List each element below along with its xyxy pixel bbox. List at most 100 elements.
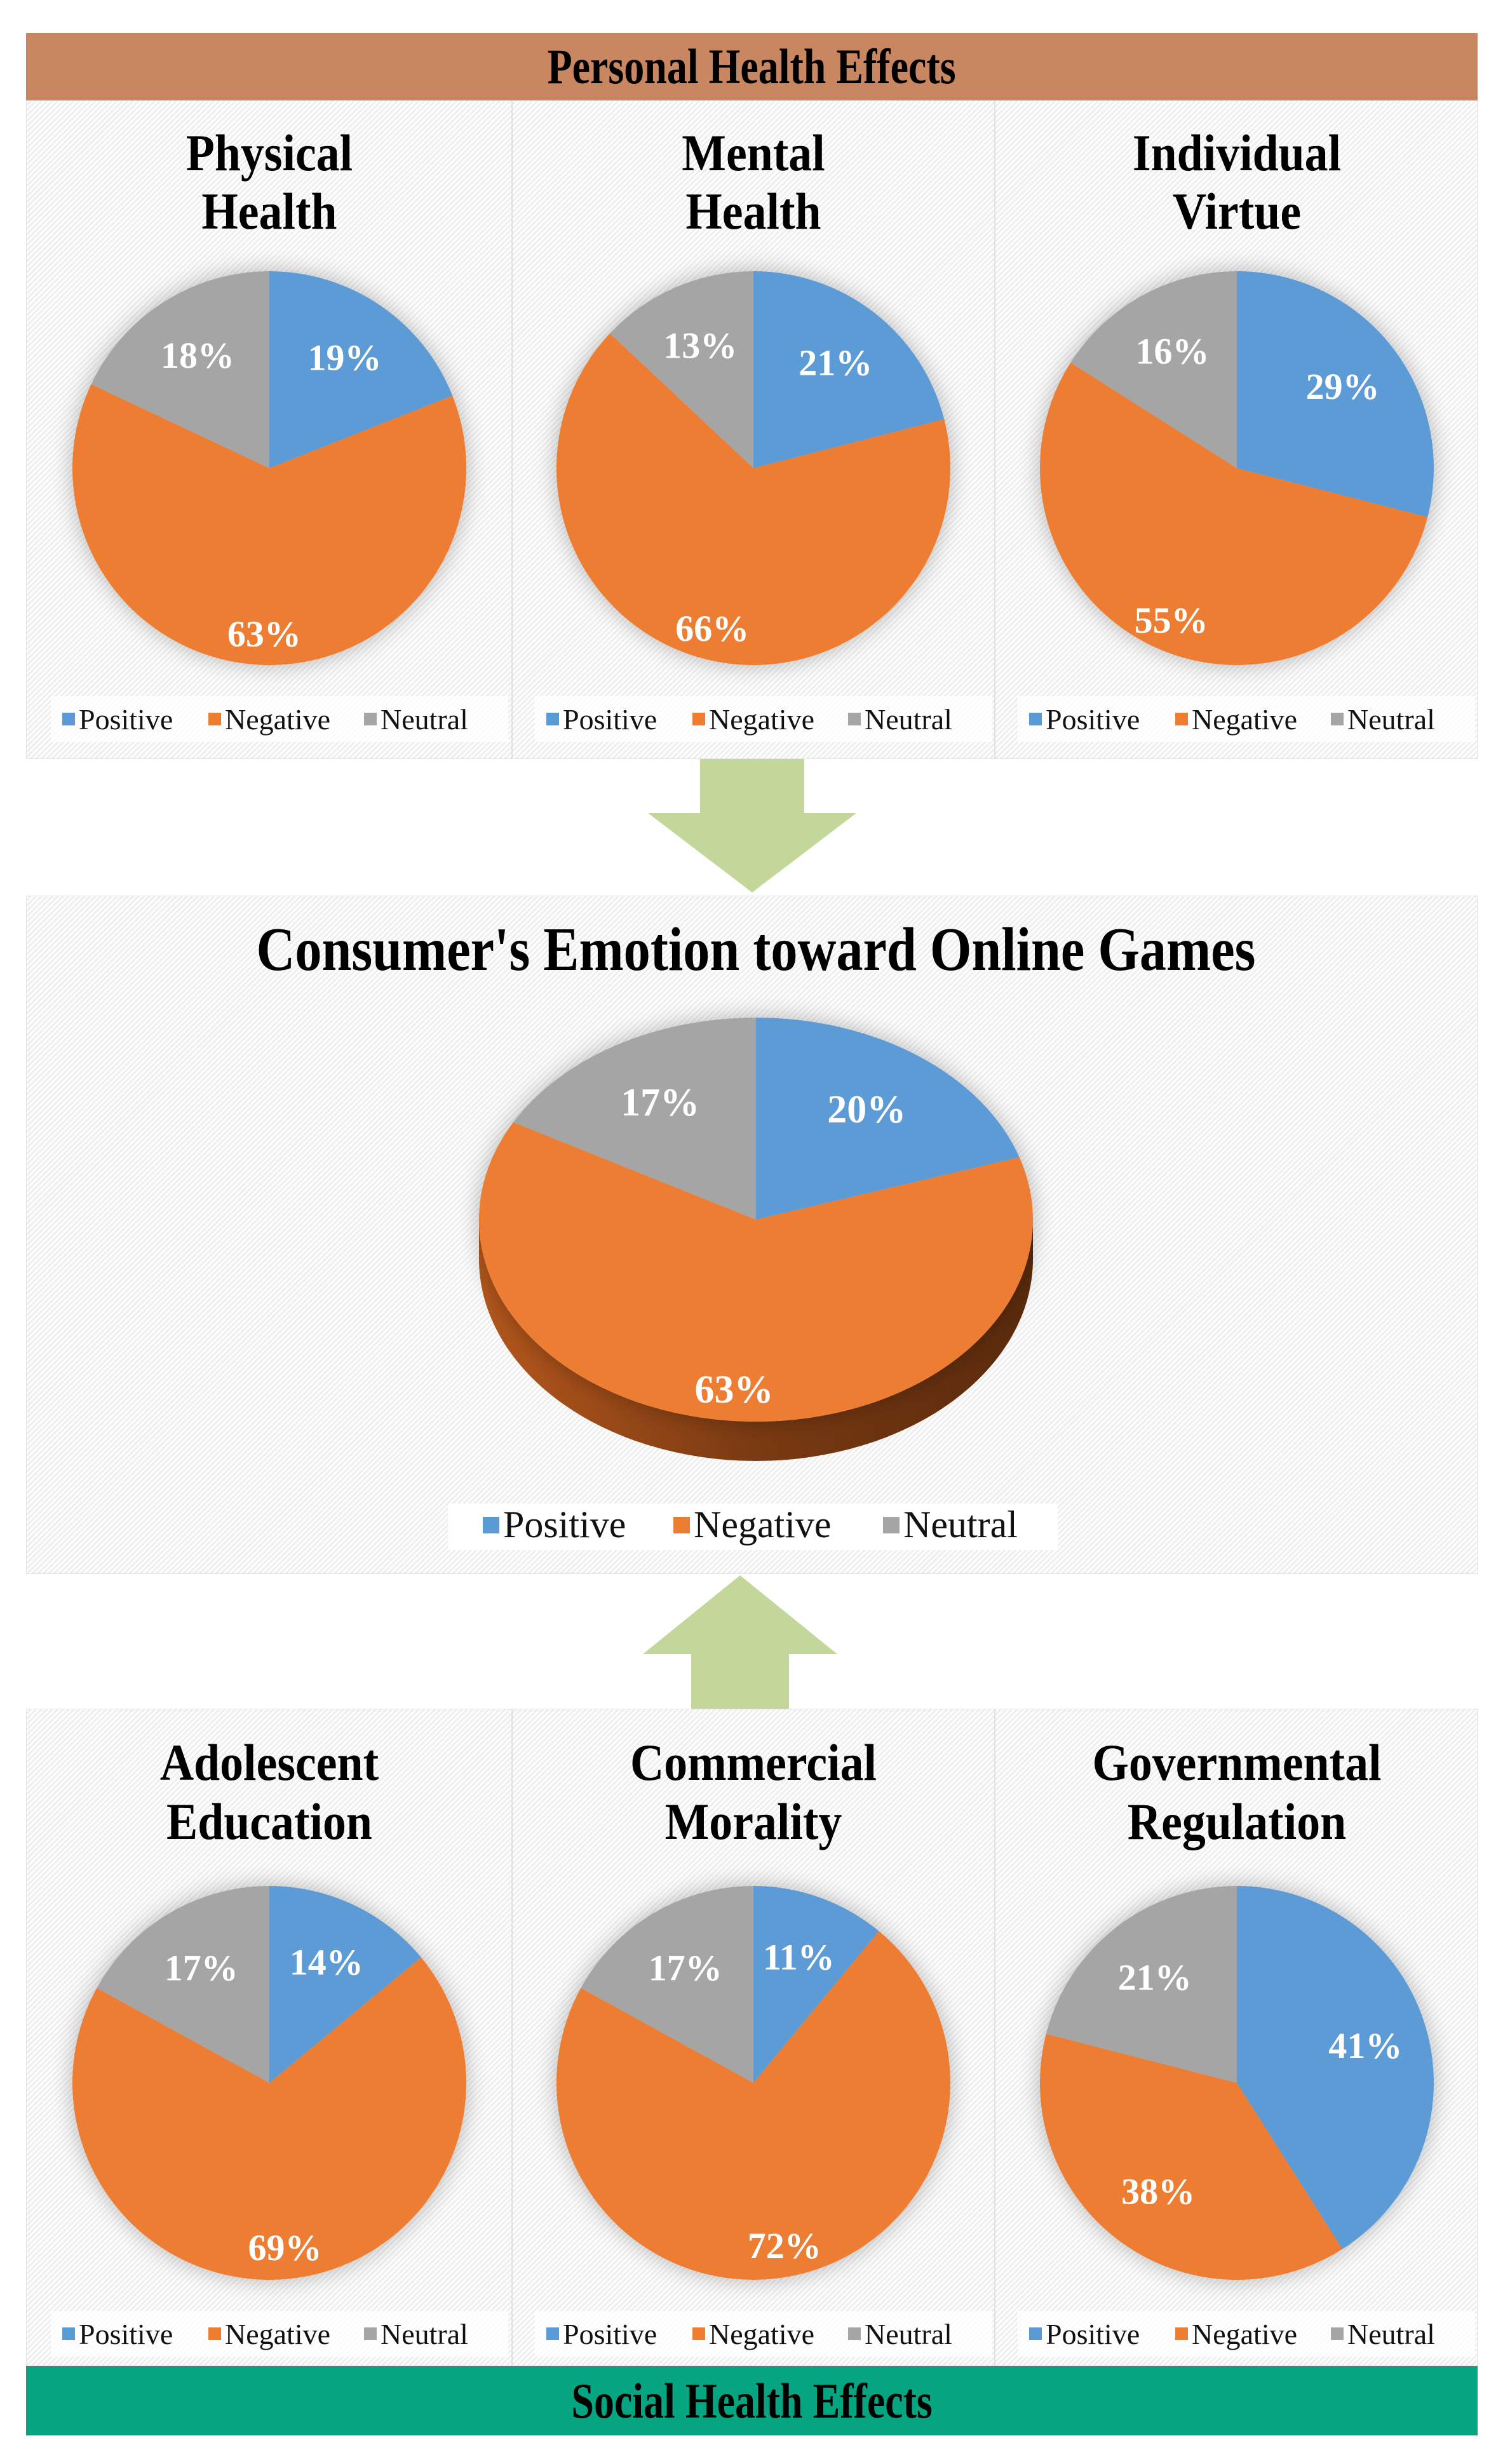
legend-label: Negative [709, 2318, 814, 2350]
pie-chart-consumer-emotion: Consumer's Emotion toward Online Games 20… [257, 915, 1256, 1550]
legend-swatch [673, 1517, 690, 1533]
legend-swatch [1175, 2327, 1188, 2340]
data-label-negative: 55% [1135, 600, 1208, 641]
legend-item-negative: Negative [673, 1504, 832, 1545]
pie-chart-mental-health: MentalHealth 21% 66% 13% Positive Negative Neu… [535, 123, 992, 742]
legend-item-negative: Negative [208, 703, 330, 736]
legend-label: Negative [225, 703, 330, 736]
pie-slices [556, 1886, 950, 2280]
chart-title-line: Regulation [1128, 1792, 1346, 1850]
legend-swatch [546, 2327, 559, 2340]
pie-slices [556, 271, 950, 665]
legend-swatch [692, 713, 705, 725]
legend-swatch [364, 2327, 377, 2340]
data-label-positive: 14% [290, 1941, 363, 1983]
legend-label: Positive [1046, 703, 1140, 736]
chart-title-line: Adolescent [160, 1733, 379, 1791]
chart-legend: Positive Negative Neutral [448, 1504, 1058, 1550]
legend-swatch [1029, 2327, 1042, 2340]
data-label-positive: 21% [799, 342, 872, 383]
chart-title-line: Education [166, 1792, 372, 1850]
pie-slices [72, 271, 466, 665]
legend-swatch [1331, 2327, 1344, 2340]
legend-label: Positive [1046, 2318, 1140, 2350]
legend-label: Positive [79, 2318, 173, 2350]
data-label-neutral: 21% [1118, 1956, 1192, 1998]
data-label-negative: 63% [227, 613, 301, 654]
data-label-neutral: 13% [663, 325, 737, 367]
arrow-up-icon [643, 1575, 837, 1709]
chart-legend: Positive Negative Neutral [1018, 696, 1475, 742]
legend-label: Positive [79, 703, 173, 736]
pie-chart-commercial-morality: CommercialMorality 11% 72% 17% Positive Negat… [535, 1733, 992, 2357]
legend-swatch [62, 2327, 75, 2340]
pie-chart-governmental-regulation: GovernmentalRegulation 41% 38% 21% Positive N… [1018, 1733, 1475, 2357]
legend-item-positive: Positive [62, 2318, 173, 2350]
data-label-positive: 20% [827, 1088, 906, 1131]
legend-item-positive: Positive [1029, 703, 1140, 736]
legend-swatch [208, 713, 221, 725]
data-label-negative: 63% [695, 1368, 774, 1411]
chart-title-line: Governmental [1093, 1733, 1382, 1791]
chart-title-line: Consumer's Emotion toward Online Games [257, 915, 1256, 983]
legend-item-positive: Positive [546, 2318, 657, 2350]
chart-title-line: Health [685, 182, 821, 239]
legend-swatch [883, 1517, 900, 1533]
legend-item-positive: Positive [1029, 2318, 1140, 2350]
legend-item-neutral: Neutral [883, 1504, 1018, 1545]
chart-title-line: Mental [682, 123, 825, 181]
legend-swatch [546, 713, 559, 725]
data-label-positive: 19% [307, 337, 381, 379]
legend-swatch [1175, 713, 1188, 725]
legend-swatch [208, 2327, 221, 2340]
chart-title-line: Physical [186, 123, 353, 181]
data-label-positive: 11% [763, 1937, 835, 1978]
pie-slices [1040, 1886, 1434, 2280]
legend-item-negative: Negative [692, 2318, 814, 2350]
pie-chart-adolescent-education: AdolescentEducation 14% 69% 17% Positive Nega… [51, 1733, 508, 2357]
data-label-negative: 72% [748, 2225, 821, 2266]
chart-legend: Positive Negative Neutral [1018, 2311, 1475, 2357]
legend-item-positive: Positive [483, 1504, 626, 1545]
legend-swatch [848, 713, 861, 725]
legend-label: Neutral [903, 1504, 1018, 1545]
legend-label: Neutral [1347, 2318, 1435, 2350]
legend-swatch [364, 713, 377, 725]
data-label-positive: 29% [1306, 366, 1380, 407]
data-label-negative: 66% [675, 608, 749, 649]
data-label-negative: 38% [1121, 2171, 1195, 2212]
legend-label: Negative [1192, 703, 1297, 736]
legend-label: Positive [503, 1504, 626, 1545]
charts-canvas: Physical Health 19% 63% 18% Positive Negative N… [51, 123, 1475, 2357]
data-label-neutral: 18% [161, 335, 234, 376]
legend-item-negative: Negative [692, 703, 814, 736]
chart-title-line: Morality [665, 1792, 842, 1850]
legend-swatch [692, 2327, 705, 2340]
legend-item-negative: Negative [1175, 2318, 1297, 2350]
chart-legend: Positive Negative Neutral [51, 696, 508, 742]
legend-item-negative: Negative [1175, 703, 1297, 736]
legend-label: Positive [563, 2318, 657, 2350]
legend-label: Neutral [865, 2318, 952, 2350]
legend-swatch [1331, 713, 1344, 725]
data-label-negative: 69% [248, 2227, 322, 2268]
legend-swatch [62, 713, 75, 725]
legend-label: Positive [563, 703, 657, 736]
data-label-neutral: 17% [649, 1948, 722, 1989]
pie-chart-physical-health: PhysicalHealth 19% 63% 18% Positive Negative N… [51, 123, 508, 742]
data-label-neutral: 16% [1135, 330, 1209, 372]
legend-label: Neutral [1347, 703, 1435, 736]
legend-swatch [848, 2327, 861, 2340]
pie-slices [479, 1017, 1033, 1422]
legend-label: Negative [225, 2318, 330, 2350]
legend-swatch [483, 1517, 499, 1533]
arrow-down-icon [648, 759, 856, 892]
data-label-positive: 41% [1328, 2025, 1402, 2066]
pie-chart-individual-virtue: IndividualVirtue 29% 55% 16% Positive Negativ… [1018, 123, 1475, 742]
legend-label: Neutral [865, 703, 952, 736]
chart-title-line: Virtue [1173, 182, 1301, 239]
pie-slices [1040, 271, 1434, 665]
data-label-neutral: 17% [165, 1948, 238, 1989]
legend-label: Neutral [381, 703, 468, 736]
legend-label: Negative [694, 1504, 832, 1545]
